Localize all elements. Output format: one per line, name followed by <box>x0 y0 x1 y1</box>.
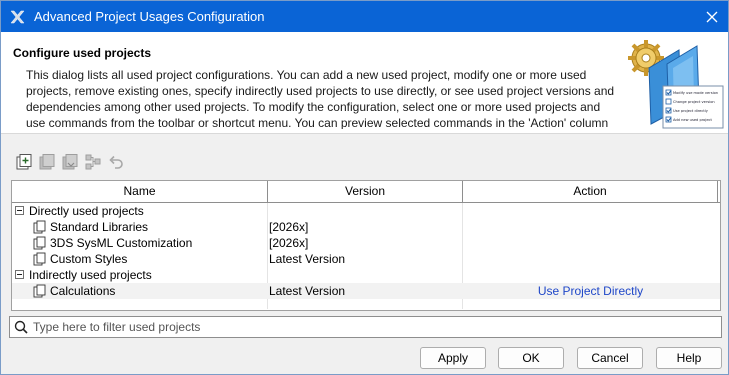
project-version: [2026x] <box>269 236 309 250</box>
search-icon <box>14 320 28 334</box>
table-row[interactable]: Custom Styles Latest Version <box>12 251 720 267</box>
table-row-selected[interactable]: Calculations Latest Version Use Project … <box>12 283 720 299</box>
project-name: Standard Libraries <box>50 220 149 234</box>
title-bar: Advanced Project Usages Configuration <box>1 1 728 32</box>
graphic-item-3: Use project directly <box>673 109 709 113</box>
cancel-button[interactable]: Cancel <box>577 347 643 369</box>
dialog-header: Configure used projects This dialog list… <box>1 32 728 134</box>
used-project-icon <box>33 252 46 266</box>
column-header-name[interactable]: Name <box>12 181 268 202</box>
collapse-icon[interactable] <box>15 206 24 215</box>
ok-button[interactable]: OK <box>498 347 564 369</box>
column-header-version[interactable]: Version <box>268 181 463 202</box>
remove-used-project-icon[interactable] <box>38 153 56 171</box>
project-version: [2026x] <box>269 220 309 234</box>
import-project-icon[interactable] <box>61 153 79 171</box>
undo-icon[interactable] <box>107 153 125 171</box>
project-name: 3DS SysML Customization <box>50 236 193 250</box>
project-version: Latest Version <box>269 284 346 298</box>
table-row[interactable]: 3DS SysML Customization [2026x] <box>12 235 720 251</box>
dialog-window: Advanced Project Usages Configuration Co… <box>0 0 729 375</box>
close-icon <box>706 11 718 22</box>
collapse-icon[interactable] <box>15 270 24 279</box>
project-version: Latest Version <box>269 252 346 266</box>
table-row[interactable]: Standard Libraries [2026x] <box>12 219 720 235</box>
window-title: Advanced Project Usages Configuration <box>34 9 265 24</box>
help-button[interactable]: Help <box>656 347 722 369</box>
table-header: Name Version Action <box>12 181 720 203</box>
filter-box <box>9 316 722 338</box>
apply-button[interactable]: Apply <box>420 347 486 369</box>
used-project-icon <box>33 236 46 250</box>
graphic-item-4: Add new used project <box>673 118 713 122</box>
header-title: Configure used projects <box>13 46 152 60</box>
used-projects-table: Name Version Action Directly used projec… <box>11 180 721 311</box>
group-name: Directly used projects <box>29 204 144 218</box>
project-name: Custom Styles <box>50 252 128 266</box>
app-logo-icon <box>10 10 25 24</box>
graphic-item-2: Change project version <box>673 100 715 104</box>
column-header-action[interactable]: Action <box>463 181 718 202</box>
action-use-project-directly-link[interactable]: Use Project Directly <box>463 283 718 299</box>
dependencies-icon[interactable] <box>84 153 102 171</box>
table-row-group-direct[interactable]: Directly used projects <box>12 203 720 219</box>
graphic-item-1: Modify use mode version <box>673 91 718 95</box>
project-name: Calculations <box>50 284 116 298</box>
header-description: This dialog lists all used project confi… <box>26 68 615 129</box>
close-button[interactable] <box>696 1 728 32</box>
configuration-illustration-icon: Modify use mode version Change project v… <box>628 40 724 129</box>
used-project-icon <box>33 220 46 234</box>
add-used-project-icon[interactable] <box>15 153 33 171</box>
group-name: Indirectly used projects <box>29 268 152 282</box>
toolbar <box>11 148 721 177</box>
used-project-icon <box>33 284 46 298</box>
table-row-group-indirect[interactable]: Indirectly used projects <box>12 267 720 283</box>
filter-input[interactable] <box>33 317 713 337</box>
